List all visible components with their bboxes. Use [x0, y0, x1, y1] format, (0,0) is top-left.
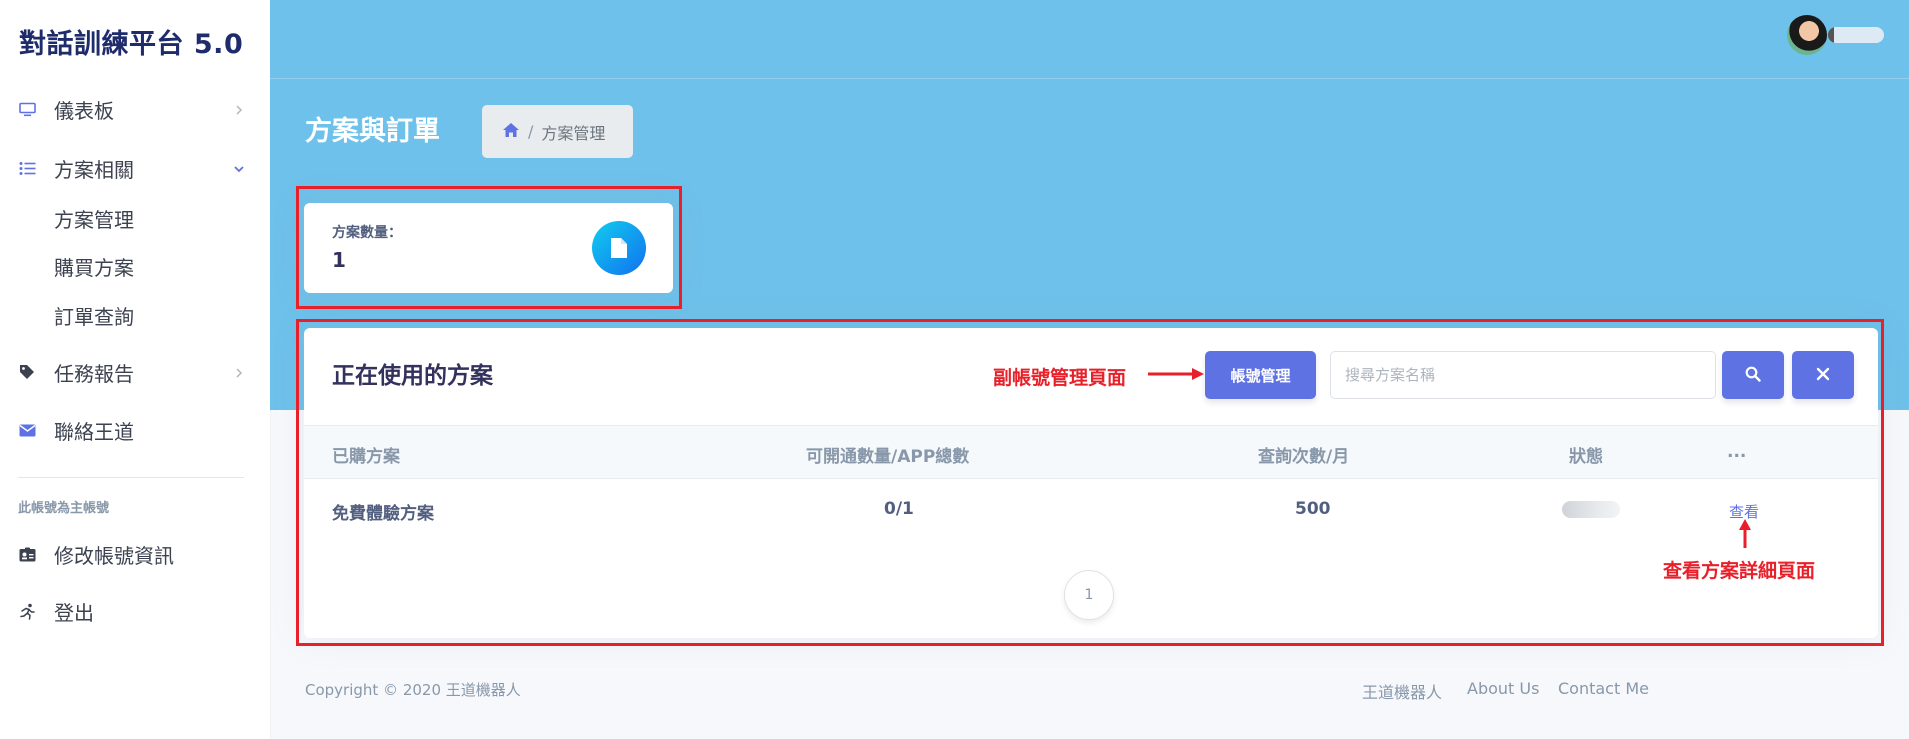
id-card-icon: [18, 545, 36, 563]
sidebar-item-label: 方案相關: [54, 157, 134, 182]
footer-link-home[interactable]: 王道機器人: [1362, 679, 1442, 703]
chevron-down-icon: [232, 161, 246, 175]
topbar-divider: [270, 78, 1909, 79]
sidebar-item-label: 登出: [54, 600, 94, 625]
sidebar-divider: [18, 477, 244, 478]
footer-link-contact[interactable]: Contact Me: [1558, 679, 1649, 698]
sidebar-item-plans[interactable]: 方案相關: [0, 148, 270, 188]
list-icon: [18, 159, 36, 177]
running-person-icon: [18, 602, 36, 620]
breadcrumb-current: 方案管理: [541, 123, 606, 143]
sidebar-item-edit-account[interactable]: 修改帳號資訊: [0, 534, 270, 574]
monitor-icon: [18, 100, 36, 118]
brand-title[interactable]: 對話訓練平台 5.0: [19, 22, 243, 61]
annotation-sub-account-text: 副帳號管理頁面: [993, 367, 1127, 389]
user-avatar[interactable]: [1787, 15, 1827, 55]
sidebar-subitem-buy-plan[interactable]: 購買方案: [54, 253, 134, 283]
breadcrumb-separator: /: [528, 122, 534, 141]
home-icon[interactable]: [502, 122, 520, 142]
sidebar-item-label: 儀表板: [54, 98, 114, 123]
annotation-box-stat: [296, 186, 682, 309]
sidebar-item-contact[interactable]: 聯絡王道: [0, 410, 270, 450]
sidebar-item-logout[interactable]: 登出: [0, 591, 270, 631]
account-type-note: 此帳號為主帳號: [18, 501, 110, 516]
sidebar-item-task-report[interactable]: 任務報告: [0, 352, 270, 392]
username-redacted[interactable]: [1828, 27, 1884, 43]
footer-copyright: Copyright © 2020 王道機器人: [305, 681, 521, 699]
sidebar-item-label: 聯絡王道: [54, 419, 134, 444]
sidebar-subitem-plan-management[interactable]: 方案管理: [54, 205, 134, 235]
tag-icon: [18, 363, 36, 381]
breadcrumb: / 方案管理: [482, 105, 633, 158]
sidebar-item-dashboard[interactable]: 儀表板: [0, 89, 270, 129]
sidebar-item-label: 任務報告: [54, 361, 134, 386]
sidebar: 對話訓練平台 5.0 儀表板 方案相關 方案管理 購買方案 訂單查詢 任務報告: [0, 0, 270, 739]
sidebar-item-label: 修改帳號資訊: [54, 543, 174, 568]
chevron-right-icon: [232, 365, 246, 379]
annotation-arrow-up-icon: [1739, 519, 1751, 548]
footer-link-about[interactable]: About Us: [1467, 679, 1539, 698]
sidebar-subitem-order-query[interactable]: 訂單查詢: [54, 302, 134, 332]
annotation-view-detail-text: 查看方案詳細頁面: [1663, 560, 1816, 582]
envelope-icon: [18, 421, 36, 439]
chevron-right-icon: [232, 102, 246, 116]
annotation-arrow-right-icon: [1148, 368, 1204, 380]
page-title: 方案與訂單: [305, 116, 440, 147]
